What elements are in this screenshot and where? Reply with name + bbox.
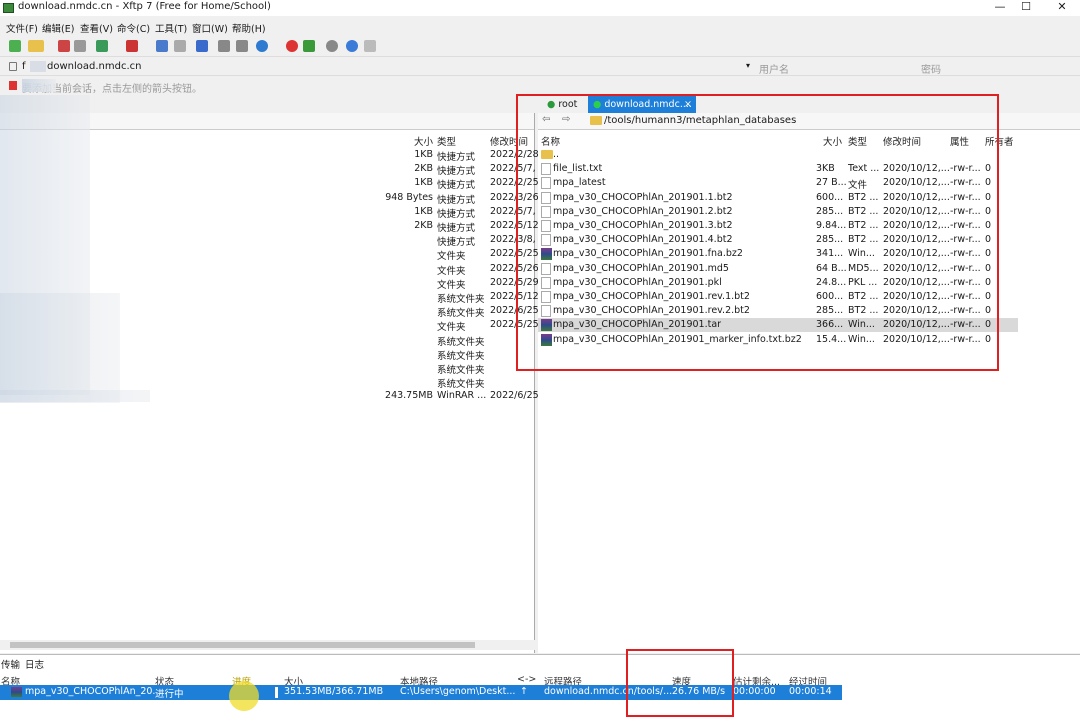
menu-file[interactable]: 文件(F) — [6, 21, 38, 35]
transfer-direction-icon: ↑ — [520, 686, 528, 697]
tab-transfers[interactable]: 传输 — [1, 657, 20, 671]
local-modified-cell: 2022/6/25 — [490, 390, 539, 402]
transfer-col-direction[interactable]: <-> — [517, 674, 536, 685]
local-type-cell: 文件夹 — [437, 265, 466, 277]
local-type-cell: 快捷方式 — [437, 166, 476, 178]
local-type-cell: 文件夹 — [437, 251, 466, 263]
local-size-cell: 1KB — [414, 149, 433, 160]
local-type-cell: 系统文件夹 — [437, 350, 485, 362]
help-icon[interactable] — [346, 40, 358, 52]
xftp-icon[interactable] — [303, 40, 315, 52]
mouse-cursor-highlight — [229, 681, 259, 711]
refresh-icon[interactable] — [96, 40, 108, 52]
local-type-cell: 文件夹 — [437, 279, 466, 291]
maximize-button[interactable]: ☐ — [1011, 0, 1041, 16]
local-type-cell: 快捷方式 — [437, 152, 476, 163]
window-title: download.nmdc.cn - Xftp 7 (Free for Home… — [18, 1, 271, 12]
menu-help[interactable]: 帮助(H) — [232, 21, 266, 35]
upload-icon[interactable] — [156, 40, 168, 52]
lock-icon — [9, 62, 17, 71]
open-folder-icon[interactable] — [28, 40, 44, 52]
local-type-cell: 系统文件夹 — [437, 379, 485, 391]
download-icon[interactable] — [174, 40, 186, 52]
local-type-cell: 快捷方式 — [437, 208, 476, 220]
address-bar: f download.nmdc.cn ▾ 用户名 密码 — [0, 58, 1080, 76]
local-size-cell: 243.75MB — [385, 390, 433, 402]
xshell-icon[interactable] — [286, 40, 298, 52]
gear-icon[interactable] — [326, 40, 338, 52]
terminal-icon[interactable] — [126, 40, 138, 52]
redaction-blur — [22, 79, 56, 92]
highlight-box-remote-files — [516, 94, 999, 371]
copy-icon[interactable] — [236, 40, 248, 52]
transfer-status: 进行中 — [155, 689, 184, 700]
bookmark-arrow-icon[interactable] — [9, 81, 17, 90]
redaction-blur — [0, 293, 120, 403]
local-size-cell: 2KB — [414, 163, 433, 175]
scrollbar-thumb[interactable] — [10, 642, 475, 648]
menu-window[interactable]: 窗口(W) — [192, 21, 228, 35]
menu-edit[interactable]: 编辑(E) — [42, 21, 74, 35]
address-dropdown-icon[interactable]: ▾ — [746, 61, 750, 70]
local-size-cell: 948 Bytes — [385, 191, 433, 203]
local-size-cell: 1KB — [414, 205, 433, 217]
local-type-cell: 文件夹 — [437, 322, 466, 334]
disconnect-icon[interactable] — [58, 40, 70, 52]
local-type-cell: 快捷方式 — [437, 194, 476, 206]
local-col-type[interactable]: 类型 — [437, 134, 456, 148]
local-type-cell: 快捷方式 — [437, 223, 476, 234]
menu-command[interactable]: 命令(C) — [117, 21, 150, 35]
hint-bar: 要添加当前会话，点击左侧的箭头按钮。 — [0, 77, 1080, 95]
rar-file-icon — [11, 687, 22, 697]
transfer-size: 351.53MB/366.71MB — [284, 686, 384, 697]
menu-bar: 文件(F) 编辑(E) 查看(V) 命令(C) 工具(T) 窗口(W) 帮助(H… — [0, 18, 1080, 36]
transfer-eta: 00:00:00 — [733, 686, 776, 697]
menu-view[interactable]: 查看(V) — [80, 21, 113, 35]
transfer-local-path: C:\Users\genom\Deskt... — [400, 686, 516, 697]
local-type-cell: 系统文件夹 — [437, 308, 485, 320]
toolbar — [0, 37, 1080, 57]
redaction-blur — [0, 390, 150, 402]
chat-icon[interactable] — [364, 40, 376, 52]
properties-icon[interactable] — [74, 40, 86, 52]
print-icon[interactable] — [218, 40, 230, 52]
local-size-cell: 2KB — [414, 220, 433, 231]
host-prefix: f — [22, 61, 26, 72]
username-field[interactable]: 用户名 — [759, 61, 789, 76]
local-type-cell: 快捷方式 — [437, 180, 476, 192]
password-field[interactable]: 密码 — [921, 61, 941, 76]
host-address[interactable]: download.nmdc.cn — [47, 61, 141, 72]
local-type-cell: 系统文件夹 — [437, 365, 485, 376]
xftp-app-icon — [3, 3, 14, 13]
local-type-cell: 系统文件夹 — [437, 336, 485, 348]
local-size-cell: 1KB — [414, 177, 433, 189]
local-type-cell: 快捷方式 — [437, 237, 476, 249]
title-bar: download.nmdc.cn - Xftp 7 (Free for Home… — [0, 0, 1080, 16]
highlight-box-speed — [626, 649, 734, 717]
transfer-name: mpa_v30_CHOCOPhlAn_20... — [25, 686, 162, 697]
redacted-host-part — [30, 61, 46, 72]
transfer-elapsed: 00:00:14 — [789, 686, 832, 697]
menu-tools[interactable]: 工具(T) — [155, 21, 187, 35]
local-horizontal-scrollbar[interactable] — [0, 640, 535, 650]
new-session-icon[interactable] — [9, 40, 21, 52]
sync-icon[interactable] — [196, 40, 208, 52]
globe-icon[interactable] — [256, 40, 268, 52]
local-col-size[interactable]: 大小 — [414, 134, 433, 148]
local-type-cell: WinRAR ... — [437, 390, 487, 402]
tab-log[interactable]: 日志 — [25, 657, 44, 671]
local-type-cell: 系统文件夹 — [437, 294, 485, 305]
close-button[interactable]: ✕ — [1047, 0, 1077, 16]
local-file-pane: 大小 类型 修改时间 1KB 快捷方式 2022/2/28 2KB 快捷方式 2022/5… — [0, 95, 539, 653]
